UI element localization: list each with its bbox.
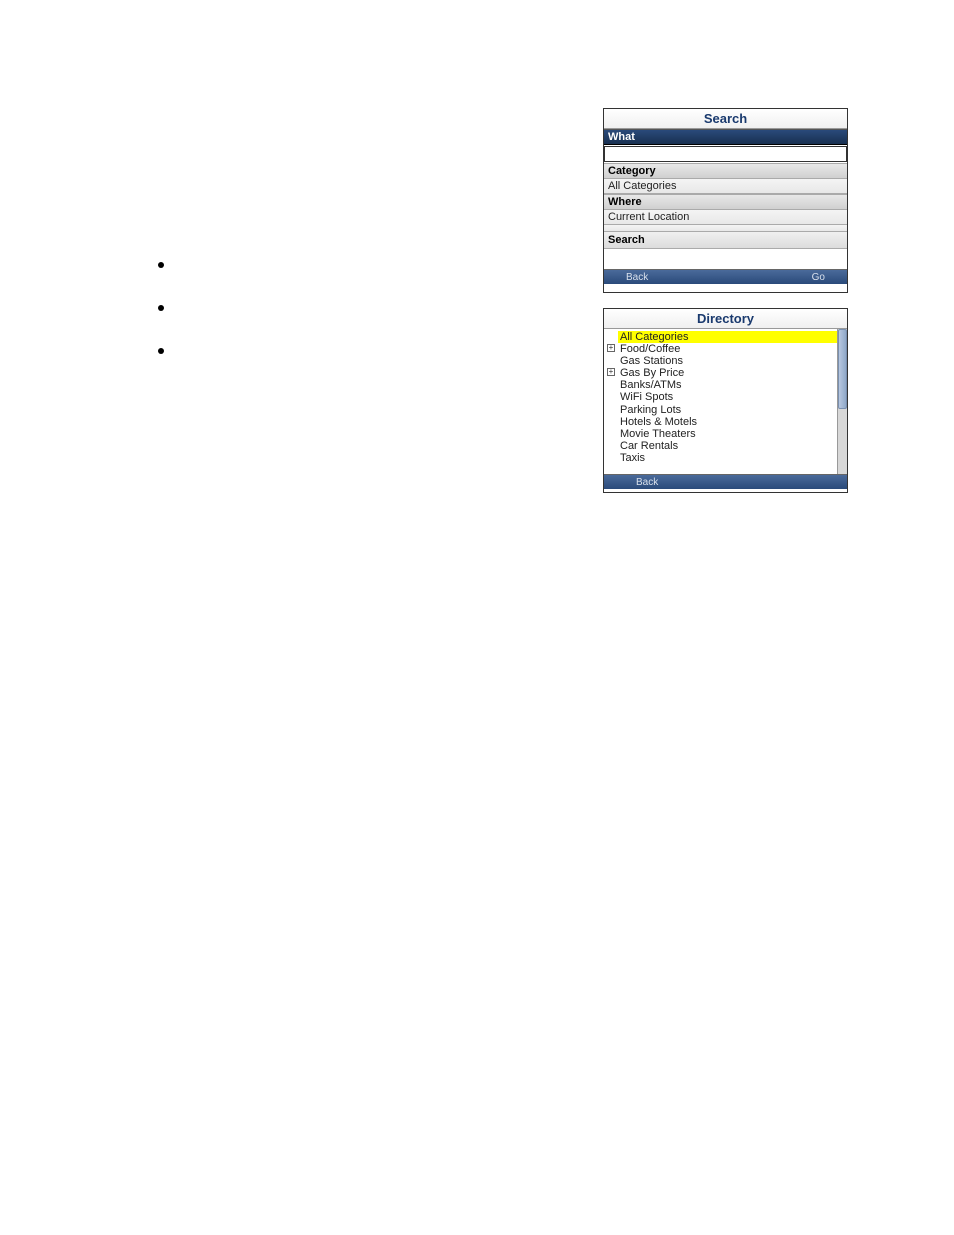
directory-item[interactable]: Movie Theaters [618, 428, 837, 440]
directory-item[interactable]: WiFi Spots [618, 391, 837, 403]
directory-item-label: Taxis [620, 452, 645, 464]
scrollbar-thumb[interactable] [838, 329, 847, 409]
directory-item[interactable]: +Food/Coffee [618, 343, 837, 355]
where-label: Where [604, 194, 847, 210]
search-screen: Search What Category All Categories Wher… [603, 108, 848, 293]
directory-screen: Directory All Categories+Food/CoffeeGas … [603, 308, 848, 493]
directory-body: All Categories+Food/CoffeeGas Stations+G… [604, 329, 847, 474]
directory-item[interactable]: Parking Lots [618, 404, 837, 416]
bullet-list [158, 262, 164, 391]
directory-title: Directory [604, 309, 847, 329]
search-button[interactable]: Search [604, 231, 847, 249]
directory-item-label: Car Rentals [620, 440, 678, 452]
directory-item-label: Banks/ATMs [620, 379, 682, 391]
back-button[interactable]: Back [636, 477, 658, 488]
directory-item[interactable]: +Gas By Price [618, 367, 837, 379]
where-value[interactable]: Current Location [604, 210, 847, 225]
what-input[interactable] [604, 146, 847, 162]
bottom-bar: Back Go [604, 269, 847, 284]
scrollbar[interactable] [837, 329, 847, 474]
directory-item-label: Food/Coffee [620, 343, 680, 355]
directory-item[interactable]: Banks/ATMs [618, 379, 837, 391]
directory-item-label: Parking Lots [620, 404, 681, 416]
directory-item-label: Movie Theaters [620, 428, 696, 440]
bullet-icon [158, 305, 164, 311]
category-value[interactable]: All Categories [604, 179, 847, 194]
directory-item-label: Gas By Price [620, 367, 684, 379]
what-label: What [604, 129, 847, 145]
directory-item[interactable]: Taxis [618, 452, 837, 464]
directory-item-label: Hotels & Motels [620, 416, 697, 428]
back-button[interactable]: Back [626, 272, 648, 283]
directory-bottom-bar: Back [604, 474, 847, 489]
bullet-icon [158, 348, 164, 354]
directory-item-label: All Categories [620, 331, 688, 343]
directory-item[interactable]: All Categories [618, 331, 837, 343]
directory-item-label: WiFi Spots [620, 391, 673, 403]
search-title: Search [604, 109, 847, 129]
expand-icon[interactable]: + [607, 344, 615, 352]
directory-item[interactable]: Car Rentals [618, 440, 837, 452]
directory-item[interactable]: Hotels & Motels [618, 416, 837, 428]
directory-list: All Categories+Food/CoffeeGas Stations+G… [604, 329, 837, 474]
spacer [604, 249, 847, 269]
go-button[interactable]: Go [812, 272, 825, 283]
category-label: Category [604, 163, 847, 179]
what-input-row [604, 145, 847, 163]
directory-item-label: Gas Stations [620, 355, 683, 367]
bullet-icon [158, 262, 164, 268]
expand-icon[interactable]: + [607, 368, 615, 376]
directory-item[interactable]: Gas Stations [618, 355, 837, 367]
